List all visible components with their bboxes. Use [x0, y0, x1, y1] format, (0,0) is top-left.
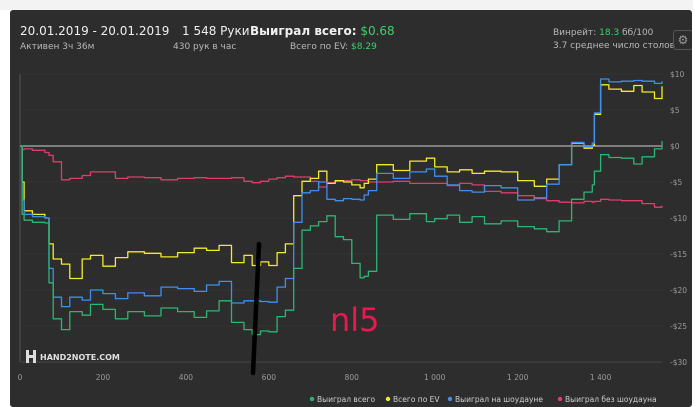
chart-legend: Выиграл всего Всего по EV Выиграл на шоуда… — [309, 395, 657, 404]
x-tick-label: 1 000 — [424, 373, 446, 382]
logo-bar-right — [33, 350, 36, 363]
annotation-text: nl5 — [330, 301, 380, 339]
y-tick-label: $0 — [670, 142, 680, 151]
y-tick-label: -$20 — [670, 286, 687, 295]
y-tick-label: -$30 — [670, 358, 687, 367]
legend-label: Выиграл на шоудауне — [455, 395, 543, 404]
x-tick-label: 1 200 — [507, 373, 529, 382]
legend-swatch — [557, 396, 563, 402]
x-tick-label: 0 — [18, 373, 23, 382]
legend-label: Выиграл без шоудауна — [565, 395, 657, 404]
legend-swatch — [309, 396, 315, 402]
hand2note-logo: HAND2NOTE.COM — [26, 350, 120, 363]
logo-text: HAND2NOTE.COM — [40, 353, 120, 362]
chart-series — [20, 78, 663, 336]
right-edge-fragment — [693, 0, 700, 407]
legend-swatch — [385, 396, 391, 402]
y-tick-label: -$25 — [670, 322, 687, 331]
y-tick-label: $5 — [670, 106, 680, 115]
x-tick-label: 200 — [96, 373, 111, 382]
legend-label: Выиграл всего — [317, 395, 376, 404]
legend-label: Всего по EV — [393, 395, 440, 404]
series-line-2 — [20, 78, 663, 308]
x-tick-label: 400 — [179, 373, 194, 382]
legend-swatch — [447, 396, 453, 402]
bankroll-chart: nl5 HAND2NOTE.COM $10 $5 $0 -$5 -$10 -$15 -$20 -… — [18, 70, 688, 404]
y-tick-label: -$5 — [670, 178, 682, 187]
y-tick-label: $10 — [670, 70, 685, 79]
x-tick-label: 1 400 — [590, 373, 612, 382]
x-tick-label: 800 — [345, 373, 360, 382]
marker-stroke — [250, 241, 262, 376]
x-tick-label: 600 — [262, 373, 277, 382]
series-line-3 — [20, 145, 663, 208]
chart-annotations: nl5 HAND2NOTE.COM — [26, 241, 380, 376]
y-tick-label: -$10 — [670, 214, 687, 223]
y-tick-label: -$15 — [670, 250, 687, 259]
